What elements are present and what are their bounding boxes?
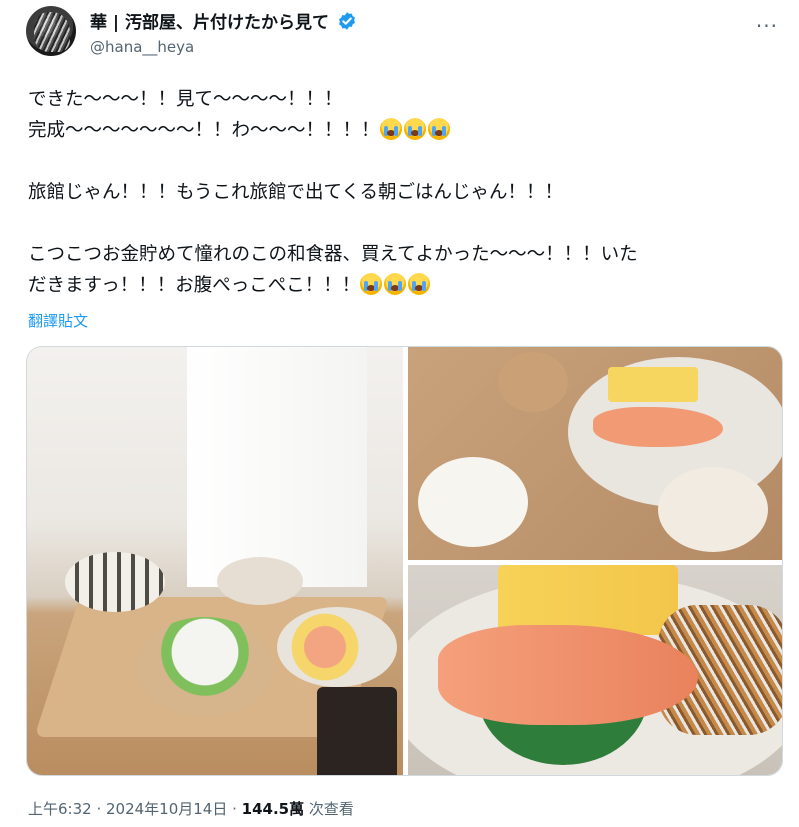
avatar[interactable] [26,6,76,56]
tweet-blank [28,146,780,177]
tweet-line: 旅館じゃん！！！もうこれ旅館で出てくる朝ごはんじゃん！！！ [28,182,564,203]
author-names: 華 | 汚部屋、片付けたから見て @hana__heya [90,8,357,56]
photo-breakfast-table[interactable] [27,347,403,775]
meta-separator: · [91,800,106,818]
tweet-meta: 上午6:32 · 2024年10月14日 · 144.5萬 次查看 [28,798,354,819]
translate-post-link[interactable]: 翻譯貼文 [28,310,88,331]
crying-face-emoji [408,273,431,295]
timestamp-time[interactable]: 上午6:32 [28,800,92,818]
tweet-line: できた～～～！！見て～～～～！！！ [28,89,343,110]
more-icon[interactable]: ··· [756,14,778,38]
tweet-header: 華 | 汚部屋、片付けたから見て @hana__heya ··· [26,6,786,60]
crying-face-emoji [403,118,426,140]
crying-face-emoji [384,273,407,295]
view-count-label: 次查看 [304,800,354,818]
tweet-text: できた～～～！！見て～～～～！！！ 完成～～～～～～～！！わ～～～！！！！ 旅館… [28,84,780,301]
photo-salmon-closeup[interactable] [408,565,782,775]
photo-breakfast-overhead[interactable] [408,347,782,560]
view-count: 144.5萬 [241,800,305,818]
tweet-line: こつこつお金貯めて憧れのこの和食器、買えてよかった～～～！！！いた [28,244,638,265]
tweet-line: 完成～～～～～～～！！わ～～～！！！！ [28,115,780,146]
crying-face-emoji [379,118,402,140]
crying-face-emoji [427,118,450,140]
tweet-line: だきますっ！！！お腹ぺっこぺこ！！！ [28,270,780,301]
verified-badge-icon [339,11,356,30]
handle[interactable]: @hana__heya [90,38,357,56]
timestamp-date[interactable]: 2024年10月14日 [106,800,227,818]
tweet-blank [28,208,780,239]
media-grid [26,346,783,776]
crying-face-emoji [360,273,383,295]
meta-separator: · [227,800,242,818]
display-name[interactable]: 華 | 汚部屋、片付けたから見て [90,8,329,33]
